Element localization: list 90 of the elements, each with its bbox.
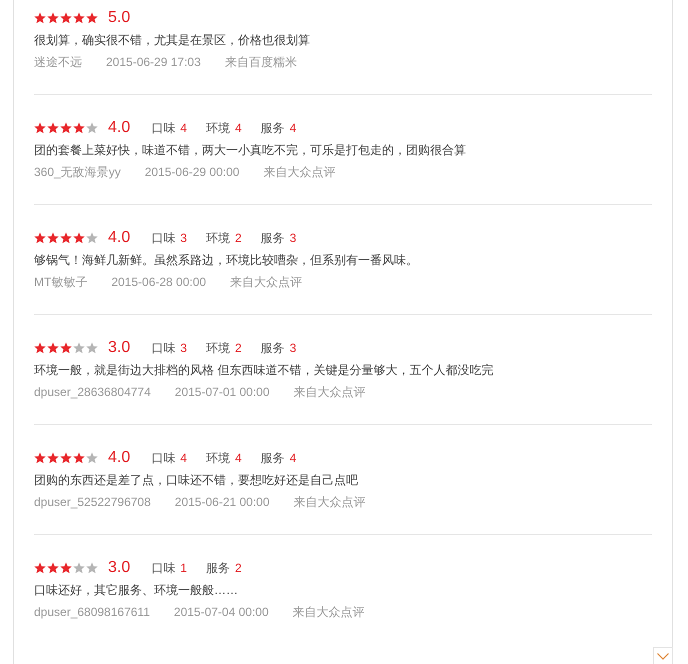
review-source: 来自大众点评 [263,164,336,181]
aspect-label: 服务 [260,230,285,246]
star-icon [60,562,72,574]
review-text: 够锅气！海鲜几新鲜。虽然系路边，环境比较嘈杂，但系别有一番风味。 [34,252,419,269]
star-icon [86,122,98,134]
star-icon [34,562,46,574]
star-icon [34,122,46,134]
aspect-label: 口味 [151,560,176,576]
star-icon [86,452,98,464]
star-icon [86,562,98,574]
review-text: 很划算，确实很不错，尤其是在景区，价格也很划算 [34,32,311,49]
star-icon [60,232,72,244]
aspect-score: 3 [290,340,296,356]
review-date: 2015-07-04 00:00 [174,604,269,621]
star-icon [47,122,59,134]
star-icon [73,342,85,354]
star-icon [34,452,46,464]
rating-score: 4.0 [108,448,130,468]
star-icon [86,342,98,354]
rating-score: 4.0 [108,228,130,248]
star-icon [47,452,59,464]
scroll-down-button[interactable] [653,647,673,664]
aspect-score: 4 [290,120,296,136]
star-icon [34,342,46,354]
review-text: 口味还好，其它服务、环境一般般…… [34,582,239,599]
aspect-label: 环境 [206,340,230,356]
aspect-label: 口味 [151,340,176,356]
aspect-label: 口味 [151,120,176,136]
aspect-score: 3 [290,230,296,246]
star-icon [60,452,72,464]
aspect-label: 服务 [206,560,230,576]
author-name: dpuser_52522796708 [34,494,151,511]
review-text: 团的套餐上菜好快，味道不错，两大一小真吃不完，可乐是打包走的，团购很合算 [34,142,467,159]
aspect-label: 服务 [260,340,285,356]
chevron-down-icon [657,653,669,660]
star-icon [47,232,59,244]
aspect-score: 2 [234,560,242,576]
review-date: 2015-06-29 00:00 [144,164,240,181]
star-icon [34,232,46,244]
aspect-score: 4 [234,120,242,136]
aspect-score: 1 [180,560,187,576]
rating-score: 4.0 [108,118,130,138]
review-text: 环境一般，就是街边大排档的风格 但东西味道不错，关键是分量够大，五个人都没吃完 [34,362,494,379]
aspect-score: 3 [180,230,187,246]
author-name: 迷途不远 [34,54,82,71]
author-name: dpuser_28636804774 [34,384,151,401]
author-name: 360_无敌海景yy [34,164,121,181]
review-source: 来自大众点评 [230,274,302,291]
star-icon [47,562,59,574]
review-date: 2015-06-29 17:03 [106,54,201,71]
aspect-score: 2 [234,340,242,356]
aspect-score: 4 [180,450,187,466]
star-icon [86,12,98,24]
aspect-label: 服务 [260,450,285,466]
star-icon [60,122,72,134]
aspect-score: 4 [290,450,296,466]
star-icon [47,12,59,24]
star-icon [60,342,72,354]
rating-score: 5.0 [108,8,130,28]
author-name: dpuser_68098167611 [34,604,150,621]
aspect-label: 环境 [206,120,230,136]
review-source: 来自百度糯米 [224,54,297,71]
aspect-score: 2 [234,230,242,246]
review-date: 2015-06-21 00:00 [174,494,270,511]
star-icon [60,12,72,24]
aspect-label: 口味 [151,230,176,246]
aspect-score: 4 [180,120,187,136]
star-icon [73,122,85,134]
rating-score: 3.0 [108,338,130,358]
aspect-label: 服务 [260,120,285,136]
rating-score: 3.0 [108,558,130,578]
star-icon [47,342,59,354]
star-icon [34,12,46,24]
review-date: 2015-07-01 00:00 [174,384,270,401]
review-text: 团购的东西还是差了点，口味还不错，要想吃好还是自己点吧 [34,472,359,489]
review-source: 来自大众点评 [292,604,365,621]
star-icon [86,232,98,244]
aspect-label: 环境 [206,450,230,466]
review-date: 2015-06-28 00:00 [111,274,206,291]
aspect-label: 口味 [151,450,176,466]
star-icon [73,562,85,574]
aspect-score: 4 [234,450,242,466]
star-icon [73,452,85,464]
review-source: 来自大众点评 [294,384,366,401]
star-icon [73,12,85,24]
review-source: 来自大众点评 [294,494,366,511]
author-name: MT敏敏子 [34,274,88,291]
aspect-label: 环境 [206,230,230,246]
star-icon [73,232,85,244]
aspect-score: 3 [180,340,187,356]
